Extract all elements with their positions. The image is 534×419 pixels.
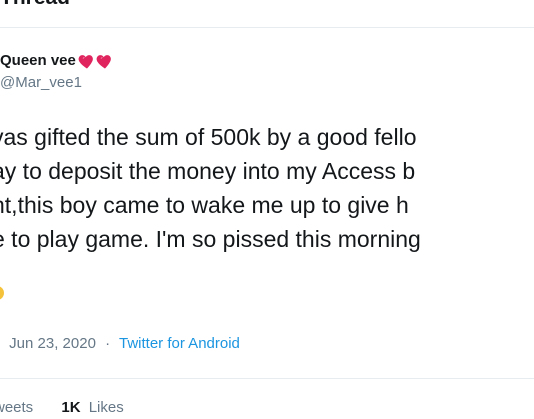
meta-separator: · [105, 335, 111, 352]
page-title: Thread [0, 0, 70, 10]
tweet-date[interactable]: Jun 23, 2020 [9, 335, 96, 352]
tweet-text-line: vas gifted the sum of 500k by a good fel… [0, 124, 417, 150]
heart-icon [77, 51, 97, 71]
author-display-name-row[interactable]: Queen vee [0, 49, 115, 71]
heart-icon [95, 51, 115, 71]
author-display-name[interactable]: Queen vee [0, 52, 76, 69]
emoji-icon [0, 286, 4, 300]
tweet-text: vas gifted the sum of 500k by a good fel… [0, 120, 534, 256]
author-emoji-group [77, 49, 115, 71]
tweet-text-line: ay to deposit the money into my Access b [0, 158, 416, 184]
meta-divider [0, 378, 534, 379]
likes-count[interactable]: 1K [61, 399, 80, 416]
tweet-meta: · Jun 23, 2020 · Twitter for Android [0, 335, 240, 352]
author-username[interactable]: @Mar_vee1 [0, 74, 82, 91]
tweet-source-link[interactable]: Twitter for Android [119, 335, 240, 352]
tweet-stats: weets 1K Likes [0, 399, 124, 416]
likes-label[interactable]: Likes [89, 399, 124, 416]
tweet-text-line: nt,this boy came to wake me up to give h [0, 192, 409, 218]
retweets-label[interactable]: weets [0, 399, 33, 416]
tweet-page: Thread Queen vee @Mar_vee1 vas gifted th… [0, 0, 534, 419]
tweet-text-line: e to play game. I'm so pissed this morni… [0, 226, 421, 252]
header-divider [0, 27, 534, 28]
